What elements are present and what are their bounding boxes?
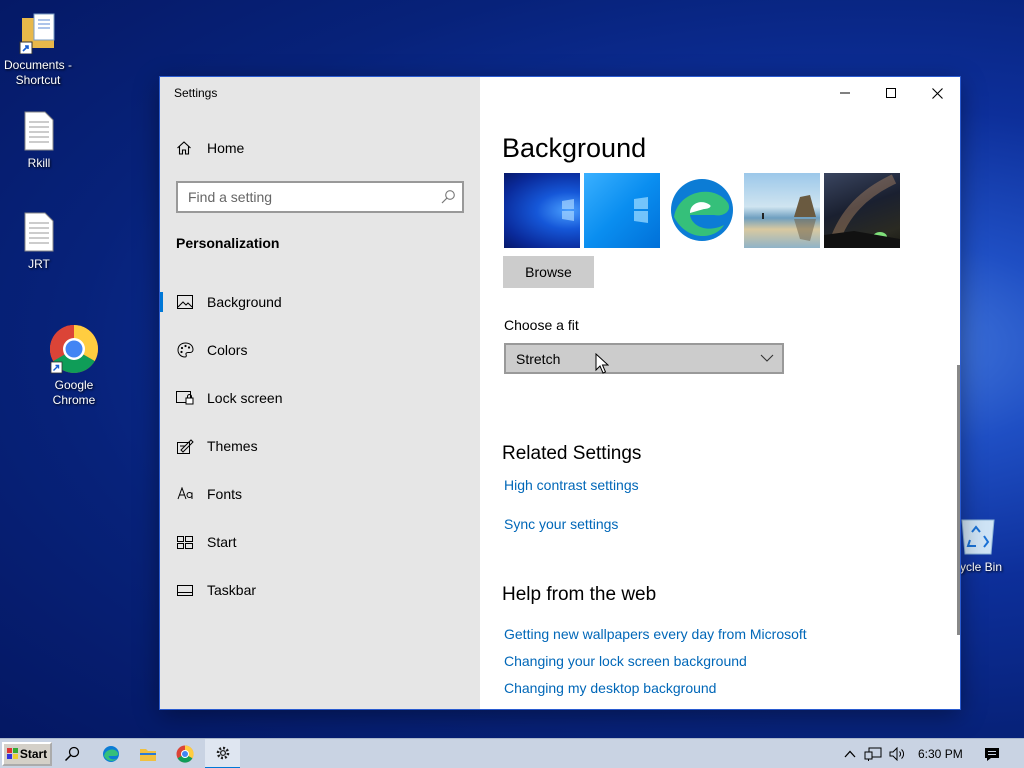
help-title: Help from the web [502, 584, 657, 605]
fonts-icon [176, 485, 194, 503]
maximize-icon [886, 88, 896, 98]
start-button[interactable]: Start [2, 742, 52, 766]
sidebar-item-label: Background [207, 294, 282, 310]
sidebar-item-label: Colors [207, 342, 248, 358]
taskbar-chrome-button[interactable] [170, 739, 200, 768]
wallpaper-thumbnail[interactable] [744, 173, 820, 248]
sidebar-item-start[interactable]: Start [160, 522, 480, 562]
taskbar: Start 6:30 PM [0, 738, 1024, 768]
desktop-icon-rkill[interactable]: Rkill [1, 110, 77, 171]
sidebar-item-label: Lock screen [207, 390, 283, 406]
desktop-icon-label: JRT [28, 257, 50, 271]
palette-icon [176, 341, 194, 359]
taskbar-edge-button[interactable] [96, 739, 126, 768]
taskbar-icon [176, 581, 194, 599]
help-link-lock-screen[interactable]: Changing your lock screen background [504, 653, 747, 669]
sidebar-item-label: Taskbar [207, 582, 257, 598]
picture-icon [176, 293, 194, 311]
maximize-button[interactable] [868, 77, 914, 109]
show-hidden-icons-button[interactable] [840, 739, 860, 768]
sidebar-item-taskbar[interactable]: Taskbar [160, 570, 480, 610]
search-placeholder: Find a setting [188, 189, 273, 205]
volume-button[interactable] [886, 739, 908, 768]
chrome-icon [49, 324, 99, 374]
sidebar-item-themes[interactable]: Themes [160, 426, 480, 466]
search-icon [441, 190, 455, 204]
home-label: Home [207, 140, 245, 156]
start-label: Start [19, 747, 48, 761]
sidebar-item-label: Themes [207, 438, 258, 454]
scrollbar[interactable] [957, 365, 960, 635]
folder-icon [140, 749, 156, 761]
network-icon [864, 747, 882, 761]
browse-button[interactable]: Browse [503, 256, 594, 288]
settings-window: Settings Home Find a setting Personaliza… [160, 77, 960, 709]
taskbar-search-button[interactable] [58, 739, 86, 768]
text-file-icon [23, 110, 55, 152]
wallpaper-thumbnail[interactable] [824, 173, 900, 248]
sidebar-item-lock-screen[interactable]: Lock screen [160, 378, 480, 418]
chevron-up-icon [844, 750, 856, 758]
mouse-cursor-icon [595, 353, 609, 374]
fit-dropdown-value: Stretch [516, 350, 561, 367]
help-link-desktop-background[interactable]: Changing my desktop background [504, 680, 716, 696]
desktop-icon-label: Rkill [27, 156, 51, 170]
lock-screen-icon [176, 389, 194, 407]
wallpaper-thumbnail[interactable] [584, 173, 660, 248]
sidebar-item-label: Start [207, 534, 237, 550]
settings-sidebar: Settings Home Find a setting Personaliza… [160, 77, 480, 709]
close-icon [931, 87, 943, 99]
windows-flag-icon [6, 748, 18, 759]
taskbar-settings-button[interactable] [205, 739, 240, 768]
related-settings-title: Related Settings [502, 443, 642, 464]
speaker-icon [889, 747, 904, 761]
desktop-icon-label: cycle Bin [954, 560, 1003, 574]
desktop-icon-label: Documents - Shortcut [3, 58, 73, 87]
desktop-icon-chrome[interactable]: Google Chrome [36, 324, 112, 408]
search-icon [64, 746, 80, 762]
start-icon [176, 533, 194, 551]
help-link-wallpapers[interactable]: Getting new wallpapers every day from Mi… [504, 626, 807, 642]
recycle-bin-icon [958, 514, 998, 556]
page-title: Background [502, 133, 647, 163]
desktop-icon-jrt[interactable]: JRT [1, 211, 77, 272]
desktop-icon-documents[interactable]: Documents - Shortcut [0, 10, 76, 88]
sidebar-item-home[interactable]: Home [176, 140, 244, 156]
sidebar-item-fonts[interactable]: Fonts [160, 474, 480, 514]
text-file-icon [23, 211, 55, 253]
chrome-icon [176, 745, 194, 763]
wallpaper-thumbnail[interactable] [664, 173, 740, 248]
close-button[interactable] [914, 77, 960, 109]
desktop-icon-label: Google Chrome [52, 378, 96, 407]
notification-icon [985, 747, 999, 761]
folder-shortcut-icon [18, 10, 58, 55]
themes-icon [176, 437, 194, 455]
fit-label: Choose a fit [504, 317, 579, 333]
edge-icon [103, 746, 119, 762]
section-title: Personalization [176, 235, 280, 251]
taskbar-file-explorer-button[interactable] [133, 739, 163, 768]
action-center-button[interactable] [978, 739, 1006, 768]
sync-settings-link[interactable]: Sync your settings [504, 516, 618, 532]
sidebar-item-background[interactable]: Background [160, 282, 480, 322]
network-button[interactable] [862, 739, 884, 768]
home-icon [177, 141, 191, 155]
sidebar-item-colors[interactable]: Colors [160, 330, 480, 370]
search-input[interactable]: Find a setting [176, 181, 464, 213]
window-title: Settings [174, 86, 218, 100]
gear-icon [216, 746, 229, 760]
high-contrast-link[interactable]: High contrast settings [504, 477, 639, 493]
minimize-icon [840, 92, 850, 94]
chevron-down-icon [760, 354, 774, 362]
sidebar-item-label: Fonts [207, 486, 243, 502]
taskbar-clock[interactable]: 6:30 PM [918, 747, 963, 761]
desktop-icon-recycle-bin[interactable]: cycle Bin [954, 514, 1024, 575]
wallpaper-thumbnail[interactable] [504, 173, 580, 248]
fit-dropdown[interactable]: Stretch [504, 343, 784, 374]
minimize-button[interactable] [822, 77, 868, 109]
